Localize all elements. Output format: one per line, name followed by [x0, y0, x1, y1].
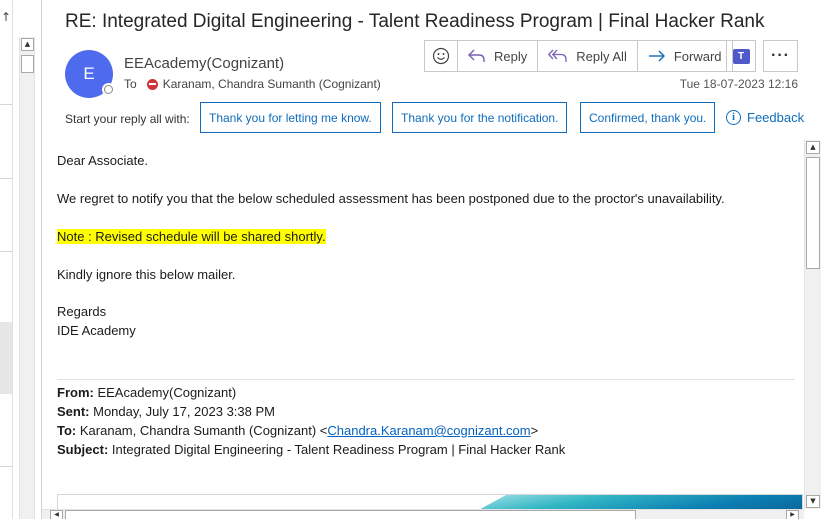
scroll-down-arrow-icon[interactable]: ▼: [806, 495, 820, 508]
sender-avatar[interactable]: E: [65, 50, 115, 98]
subject-value: Integrated Digital Engineering - Talent …: [111, 442, 566, 457]
feedback-label: Feedback: [747, 110, 805, 125]
divider: [0, 251, 12, 252]
email-link[interactable]: Chandra.Karanam@cognizant.com: [327, 423, 530, 438]
forward-arrow-icon: [648, 50, 665, 62]
scroll-right-arrow-icon[interactable]: ▶: [786, 510, 799, 519]
more-options-button[interactable]: ···: [763, 40, 798, 72]
presence-status-icon: [102, 83, 115, 96]
scroll-up-arrow-icon[interactable]: ▲: [21, 38, 34, 51]
subject-label: Subject:: [57, 442, 109, 457]
note-text: Note : Revised schedule will be shared s…: [57, 229, 326, 244]
feedback-link[interactable]: i Feedback: [726, 110, 804, 125]
sent-value: Monday, July 17, 2023 3:38 PM: [93, 404, 275, 419]
body-paragraph: We regret to notify you that the below s…: [57, 191, 725, 206]
reply-icon: [468, 49, 485, 62]
scroll-thumb[interactable]: [65, 510, 636, 519]
quoted-to: To: Karanam, Chandra Sumanth (Cognizant)…: [57, 423, 538, 438]
reply-button[interactable]: Reply: [458, 41, 539, 71]
reply-all-button[interactable]: Reply All: [538, 41, 638, 71]
received-date: Tue 18-07-2023 12:16: [679, 77, 798, 91]
quick-reply-label: Start your reply all with:: [65, 112, 190, 126]
scroll-thumb[interactable]: [806, 157, 820, 269]
quick-reply-button[interactable]: Confirmed, thank you.: [580, 102, 716, 133]
message-actions-toolbar: Reply Reply All Forward: [424, 40, 733, 72]
divider: [0, 104, 12, 105]
reply-all-label: Reply All: [576, 48, 627, 64]
smiley-icon: [432, 47, 450, 65]
react-button[interactable]: [425, 41, 458, 71]
reply-label: Reply: [494, 48, 528, 64]
reading-pane: RE: Integrated Digital Engineering - Tal…: [42, 0, 821, 519]
to-label: To:: [57, 423, 77, 438]
up-arrow-icon[interactable]: ↑: [1, 10, 11, 24]
divider: [0, 178, 12, 179]
scroll-left-arrow-icon[interactable]: ◀: [50, 510, 63, 519]
selected-row-edge: [0, 322, 12, 394]
quote-separator: [57, 379, 795, 380]
teams-chat-button[interactable]: T: [726, 40, 756, 72]
sent-label: Sent:: [57, 404, 90, 419]
scroll-up-arrow-icon[interactable]: ▲: [806, 141, 820, 154]
from-value: EEAcademy(Cognizant): [97, 385, 237, 400]
signature: IDE Academy: [57, 323, 136, 338]
quoted-sent: Sent: Monday, July 17, 2023 3:38 PM: [57, 404, 275, 419]
teams-icon: T: [732, 48, 750, 64]
folder-pane-edge: ↑: [0, 0, 13, 519]
quoted-subject: Subject: Integrated Digital Engineering …: [57, 442, 565, 457]
recipients-row: To Karanam, Chandra Sumanth (Cognizant): [124, 77, 381, 91]
to-label: To: [124, 77, 137, 91]
recipient-name[interactable]: Karanam, Chandra Sumanth (Cognizant): [163, 77, 381, 91]
forward-button[interactable]: Forward: [638, 41, 732, 71]
reading-pane-scrollbar[interactable]: ▲ ▼: [804, 140, 821, 509]
to-value: Karanam, Chandra Sumanth (Cognizant) <: [79, 423, 328, 438]
info-icon: i: [726, 110, 741, 125]
message-list-scrollbar[interactable]: ▲: [19, 37, 35, 519]
quick-reply-button[interactable]: Thank you for the notification.: [392, 102, 568, 133]
quick-reply-button[interactable]: Thank you for letting me know.: [200, 102, 381, 133]
forward-label: Forward: [673, 48, 722, 64]
do-not-disturb-icon: [146, 78, 158, 90]
to-close: >: [530, 423, 539, 438]
highlighted-note: Note : Revised schedule will be shared s…: [57, 229, 326, 244]
horizontal-scrollbar[interactable]: ◀ ▶: [42, 509, 804, 519]
body-paragraph: Kindly ignore this below mailer.: [57, 267, 236, 282]
from-label: From:: [57, 385, 94, 400]
greeting: Dear Associate.: [57, 153, 149, 168]
avatar-initial: E: [83, 64, 95, 83]
sender-name[interactable]: EEAcademy(Cognizant): [124, 55, 284, 72]
email-subject: RE: Integrated Digital Engineering - Tal…: [65, 11, 765, 32]
divider: [0, 466, 12, 467]
reply-all-icon: [548, 49, 567, 62]
scroll-thumb[interactable]: [21, 55, 34, 73]
quoted-from: From: EEAcademy(Cognizant): [57, 385, 236, 400]
regards: Regards: [57, 304, 107, 319]
